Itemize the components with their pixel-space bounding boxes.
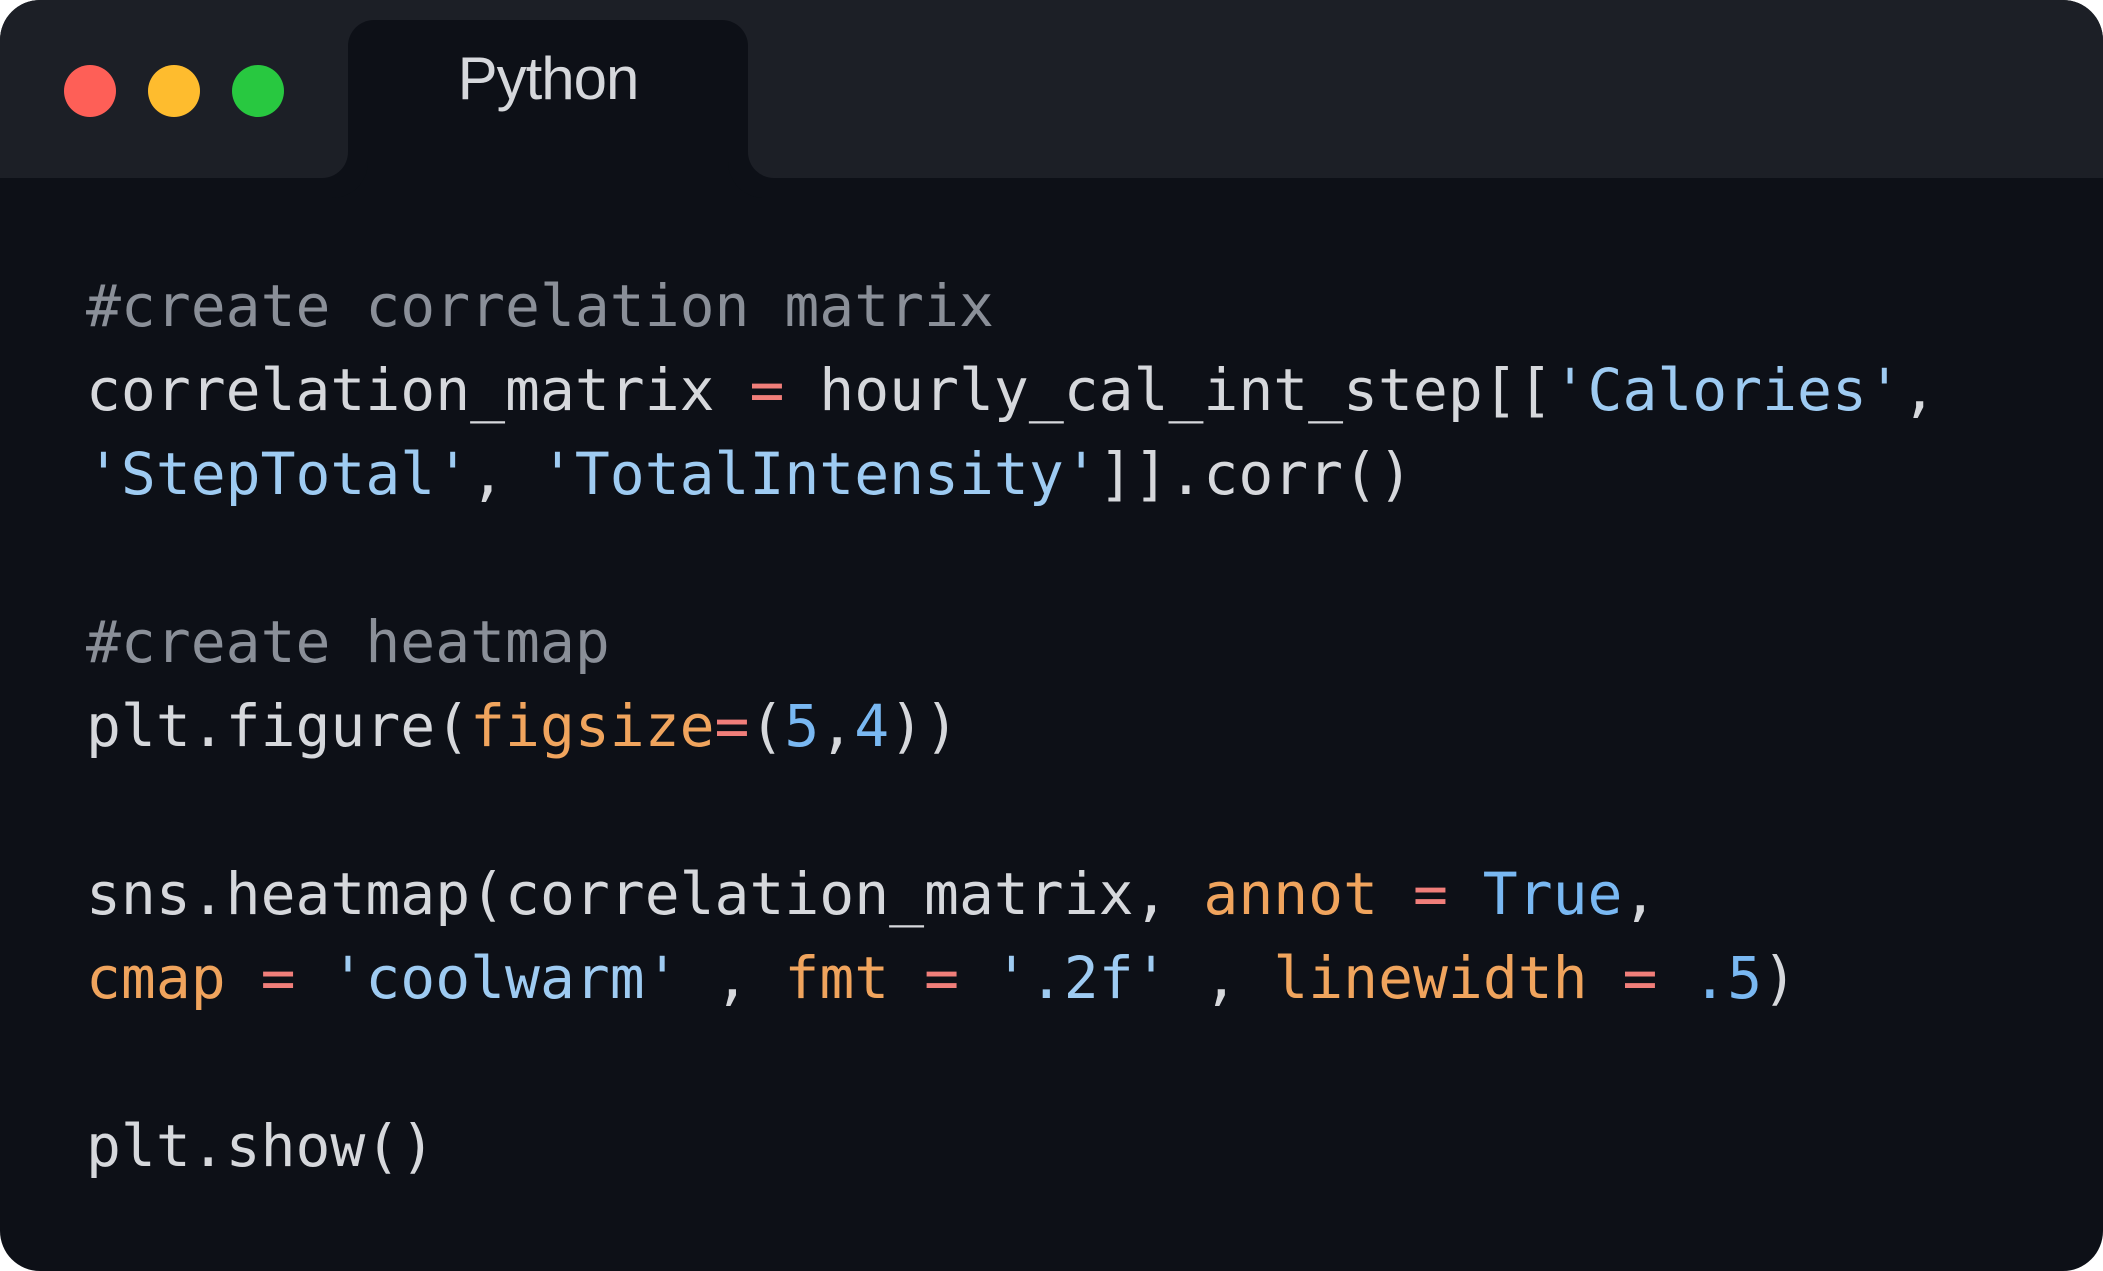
code-token-default: , [1622,860,1658,928]
code-token-default [959,944,994,1012]
code-token-default [1588,944,1623,1012]
code-token-default: plt.show() [86,1112,436,1180]
code-token-default [296,944,331,1012]
minimize-button[interactable] [148,65,200,117]
code-token-default: , [679,944,785,1012]
code-token-string: 'TotalIntensity' [539,440,1099,508]
code-window: Python #create correlation matrix correla… [0,0,2103,1271]
code-line: sns.heatmap(correlation_matrix, annot = … [86,852,1937,936]
code-line: plt.figure(figsize=(5,4)) [86,684,1937,768]
code-token-op: = [924,944,960,1012]
code-token-string: 'coolwarm' [330,944,680,1012]
code-token-default: hourly_cal_int_step[[ [784,356,1553,424]
tab-label-text: Python [457,45,640,112]
code-token-default: ) [1762,944,1798,1012]
code-token-comment: #create correlation matrix [86,272,994,340]
code-line: 'StepTotal', 'TotalIntensity']].corr() [86,432,1937,516]
code-token-default [1448,860,1483,928]
code-token-number: 5 [784,692,820,760]
code-token-default: , [819,692,855,760]
maximize-button[interactable] [232,65,284,117]
code-token-op: = [714,692,750,760]
title-bar: Python [0,0,2103,178]
code-token-number: .5 [1692,944,1763,1012]
code-token-param: annot [1203,860,1379,928]
code-token-comment: #create heatmap [86,608,610,676]
code-token-default [226,944,261,1012]
code-token-op: = [260,944,296,1012]
code-token-default: , [1901,356,1937,424]
code-token-op: = [749,356,785,424]
code-token-param: linewidth [1273,944,1588,1012]
code-token-default: , [470,440,540,508]
code-token-default: plt.figure( [86,692,471,760]
code-line: cmap = 'coolwarm' , fmt = '.2f' , linewi… [86,936,1937,1020]
code-token-number: 4 [854,692,890,760]
code-token-param: figsize [470,692,715,760]
code-token-default: sns.heatmap(correlation_matrix, [86,860,1204,928]
code-token-default: ( [749,692,785,760]
code-line: #create heatmap [86,600,1937,684]
code-token-op: = [1622,944,1658,1012]
code-token-default: )) [889,692,959,760]
code-token-string: 'StepTotal' [86,440,471,508]
code-token-string: 'Calories' [1552,356,1902,424]
code-token-string: '.2f' [993,944,1169,1012]
code-token-param: fmt [784,944,890,1012]
code-line: #create correlation matrix [86,264,1937,348]
code-token-default [889,944,924,1012]
code-token-default: , [1168,944,1274,1012]
code-token-keyword: True [1482,860,1623,928]
code-token-default: correlation_matrix [86,356,750,424]
tab-python[interactable]: Python [348,20,748,178]
code-token-default: ]].corr() [1098,440,1413,508]
code-token-default [1657,944,1692,1012]
code-token-default [1378,860,1413,928]
code-block[interactable]: #create correlation matrix correlation_ma… [86,264,1937,1188]
tab-label: Python [348,20,748,178]
close-button[interactable] [64,65,116,117]
code-token-op: = [1412,860,1448,928]
code-line: correlation_matrix = hourly_cal_int_step… [86,348,1937,432]
code-line: plt.show() [86,1104,1937,1188]
code-token-param: cmap [86,944,226,1012]
